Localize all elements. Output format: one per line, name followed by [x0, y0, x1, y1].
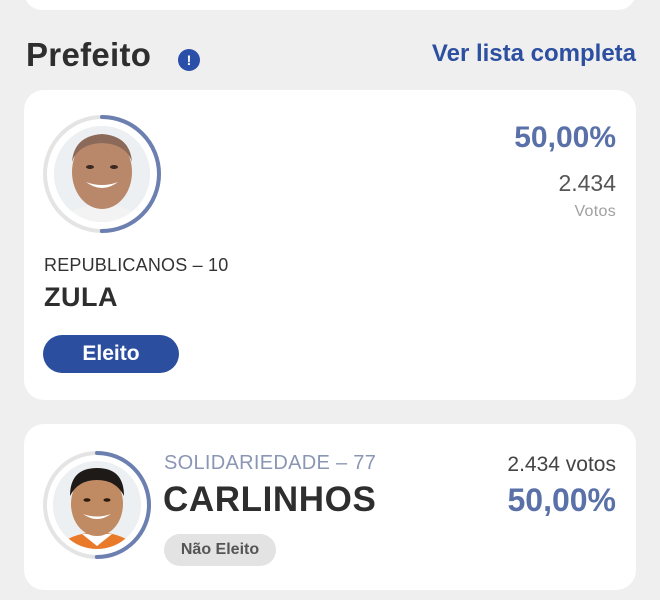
previous-card: [24, 0, 636, 10]
avatar-photo: [43, 115, 161, 233]
candidate-card[interactable]: SOLIDARIEDADE – 77 CARLINHOS Não Eleito …: [24, 424, 636, 590]
vote-count: 2.434: [558, 170, 616, 196]
vote-percentage: 50,00%: [514, 121, 616, 154]
vote-percentage: 50,00%: [507, 482, 616, 518]
candidate-name: ZULA: [44, 282, 118, 312]
candidate-name: CARLINHOS: [163, 480, 377, 519]
party-label: SOLIDARIEDADE – 77: [164, 452, 377, 474]
candidate-card[interactable]: 50,00% 2.434 Votos REPUBLICANOS – 10 ZUL…: [24, 90, 636, 400]
status-badge: Não Eleito: [164, 534, 276, 566]
status-badge: Eleito: [43, 335, 179, 373]
view-full-list-link[interactable]: Ver lista completa: [432, 40, 636, 68]
info-icon[interactable]: !: [178, 49, 200, 71]
avatar-photo: [43, 451, 151, 559]
candidate-avatar: [42, 450, 152, 560]
party-label: REPUBLICANOS – 10: [44, 255, 229, 275]
candidate-avatar: [42, 114, 162, 234]
section-title: Prefeito: [26, 36, 152, 73]
section-header: Prefeito ! Ver lista completa: [26, 36, 636, 76]
vote-count: 2.434 votos: [507, 453, 616, 476]
votes-label: Votos: [574, 203, 616, 220]
